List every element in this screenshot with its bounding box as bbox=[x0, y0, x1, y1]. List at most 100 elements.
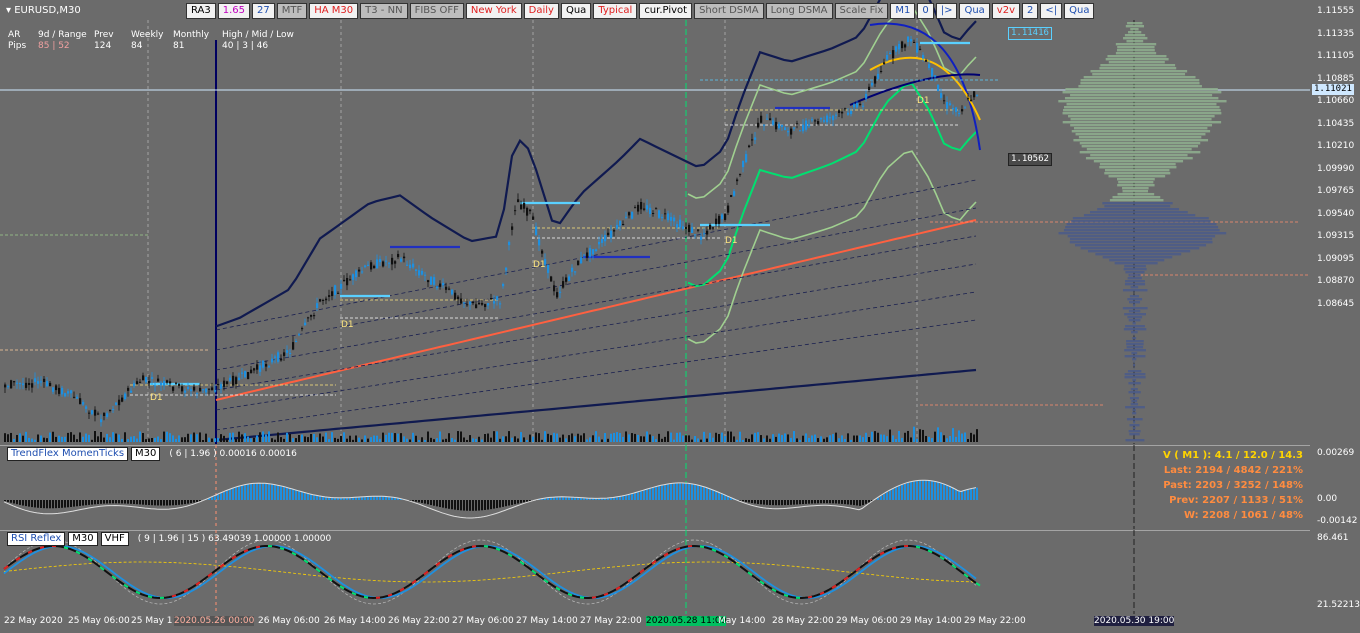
volume-bar bbox=[496, 431, 498, 442]
volume-bar bbox=[85, 433, 87, 442]
toolbar-button-qua[interactable]: Qua bbox=[959, 3, 990, 19]
volume-bar bbox=[889, 429, 891, 442]
toolbar-button-short-dsma[interactable]: Short DSMA bbox=[694, 3, 764, 19]
indicator2-timeframe[interactable]: M30 bbox=[68, 532, 98, 546]
momentum-bar bbox=[217, 494, 219, 500]
volume-bar bbox=[457, 431, 459, 442]
volume-bar bbox=[466, 439, 468, 442]
candle-body bbox=[271, 358, 274, 363]
candle-body bbox=[373, 265, 376, 269]
momentum-bar bbox=[238, 486, 240, 500]
candle-body bbox=[193, 386, 196, 391]
candle-body bbox=[787, 130, 790, 133]
indicator1-timeframe[interactable]: M30 bbox=[131, 447, 161, 461]
d1-label: D1 bbox=[725, 236, 738, 246]
momentum-bar bbox=[967, 489, 969, 500]
momentum-bar bbox=[421, 500, 423, 503]
candle-body bbox=[781, 124, 784, 127]
candle-body bbox=[76, 396, 79, 399]
candle-body bbox=[565, 277, 568, 282]
rsi-color-segment bbox=[891, 546, 897, 550]
candle-body bbox=[274, 356, 277, 358]
momentum-bar bbox=[490, 500, 492, 510]
toolbar-button-m1[interactable]: M1 bbox=[890, 3, 916, 19]
momentum-bar bbox=[526, 500, 528, 502]
volume-bar bbox=[586, 439, 588, 442]
price-axis-label: 1.10885 bbox=[1317, 73, 1355, 84]
dropdown-icon[interactable]: ▾ bbox=[6, 5, 11, 16]
volume-bar bbox=[214, 438, 216, 442]
volume-bar bbox=[529, 434, 531, 442]
toolbar-button-ra3[interactable]: RA3 bbox=[186, 3, 216, 19]
momentum-bar bbox=[415, 500, 417, 502]
volume-bar bbox=[610, 433, 612, 442]
volume-bar bbox=[424, 439, 426, 442]
indicator1-name[interactable]: TrendFlex MomenTicks bbox=[7, 447, 129, 461]
indicator2-vhf[interactable]: VHF bbox=[100, 532, 129, 546]
toolbar-button-t3-nn[interactable]: T3 - NN bbox=[360, 3, 408, 19]
toolbar-button-scale-fix[interactable]: Scale Fix bbox=[834, 3, 889, 19]
volume-profile-bar bbox=[1115, 52, 1157, 55]
candle-body bbox=[211, 387, 214, 391]
candle-body bbox=[643, 208, 646, 210]
volume-profile-bar bbox=[1125, 25, 1144, 28]
candle-body bbox=[952, 108, 955, 110]
indicator2-name[interactable]: RSI Reflex bbox=[7, 532, 66, 546]
momentum-bar bbox=[451, 500, 453, 510]
toolbar-button-new-york[interactable]: New York bbox=[465, 3, 522, 19]
volume-profile-bar bbox=[1108, 175, 1166, 178]
price-chart[interactable] bbox=[0, 0, 1310, 444]
volume-profile-bar bbox=[1069, 241, 1213, 244]
toolbar-button-0[interactable]: 0 bbox=[917, 3, 934, 19]
candle-body bbox=[406, 264, 409, 266]
momentum-bar bbox=[265, 483, 267, 500]
toolbar-button-long-dsma[interactable]: Long DSMA bbox=[765, 3, 833, 19]
toolbar-button-qua[interactable]: Qua bbox=[560, 3, 592, 19]
volume-bar bbox=[472, 438, 474, 442]
toolbar-button-fibs-off[interactable]: FIBS OFF bbox=[409, 3, 464, 19]
candle-body bbox=[700, 236, 703, 240]
momentum-bar bbox=[937, 481, 939, 500]
toolbar-button-27[interactable]: 27 bbox=[252, 3, 275, 19]
toolbar-button-daily[interactable]: Daily bbox=[523, 3, 559, 19]
momentum-bar bbox=[193, 500, 195, 503]
volume-profile-bar bbox=[1129, 295, 1140, 298]
price-axis-label: 1.11555 bbox=[1317, 6, 1355, 16]
toolbar-button-cur-pivot[interactable]: cur.Pivot bbox=[639, 3, 693, 19]
candle-body bbox=[295, 341, 298, 343]
candle-body bbox=[502, 283, 505, 287]
momentum-bar bbox=[766, 500, 768, 505]
momentum-bar bbox=[916, 480, 918, 500]
candle-body bbox=[769, 118, 772, 121]
candle-body bbox=[616, 224, 619, 229]
volume-profile-bar bbox=[1132, 304, 1136, 307]
volume-bar bbox=[412, 432, 414, 442]
volume-bar bbox=[421, 437, 423, 442]
toolbar-button-1-65[interactable]: 1.65 bbox=[217, 3, 251, 19]
toolbar-button-qua[interactable]: Qua bbox=[1064, 3, 1095, 19]
volume-bar bbox=[937, 427, 939, 442]
volume-bar bbox=[790, 437, 792, 442]
candle-body bbox=[118, 399, 121, 406]
toolbar-button-2[interactable]: 2 bbox=[1022, 3, 1039, 19]
momentum-bar bbox=[211, 497, 213, 500]
volume-profile-bar bbox=[1112, 196, 1161, 199]
toolbar-button-[interactable]: <| bbox=[1040, 3, 1063, 19]
toolbar-button-typical[interactable]: Typical bbox=[593, 3, 638, 19]
volume-bar bbox=[880, 434, 882, 442]
momentum-bar bbox=[73, 500, 75, 507]
volume-profile-bar bbox=[1127, 277, 1142, 280]
toolbar-button-v2v[interactable]: v2v bbox=[991, 3, 1020, 19]
toolbar-button-[interactable]: |> bbox=[935, 3, 958, 19]
volume-bar bbox=[919, 429, 921, 442]
momentum-bar bbox=[931, 480, 933, 500]
momentum-bar bbox=[436, 500, 438, 507]
toolbar-button-mtf[interactable]: MTF bbox=[276, 3, 308, 19]
candle-body bbox=[241, 372, 244, 374]
candle-body bbox=[343, 279, 346, 282]
price-axis-label: 1.09315 bbox=[1317, 231, 1355, 241]
volume-bar bbox=[745, 438, 747, 442]
toolbar-button-ha-m30[interactable]: HA M30 bbox=[309, 3, 359, 19]
volume-profile-bar bbox=[1128, 382, 1141, 385]
candle-body bbox=[709, 224, 712, 230]
